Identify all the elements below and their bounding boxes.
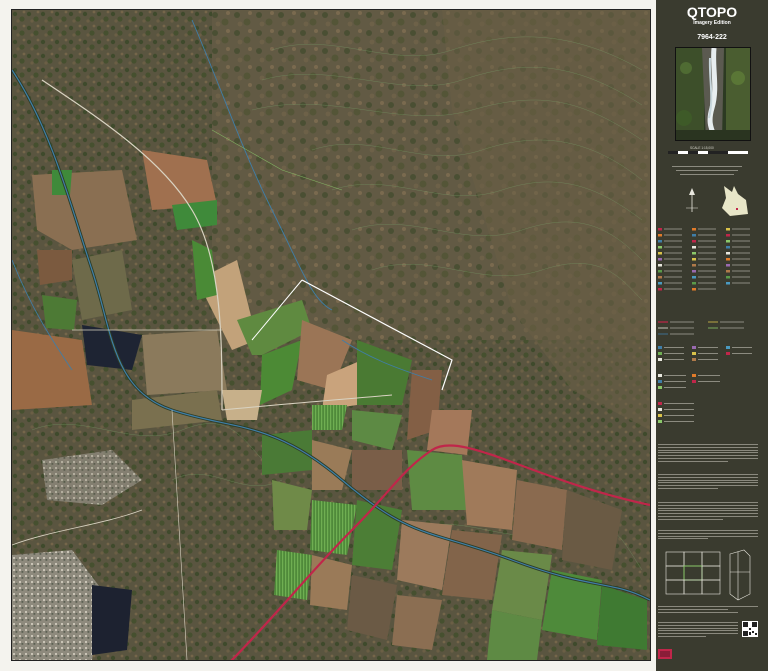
notes-paragraph [658,502,758,522]
scale-bar [668,151,748,154]
notes-paragraph [658,622,738,639]
scale-label: SCALE 1:15,000 [690,146,714,150]
legend-symbols [658,228,750,291]
notes-paragraph [658,474,758,491]
queensland-locator-icon [722,186,748,216]
edition-label: Imagery Edition [693,20,731,26]
sheet-index-diagram [665,549,751,601]
waterfall-image [676,48,750,140]
datum-note [680,174,734,175]
cover-photo-waterfall [675,47,751,141]
qld-government-logo [658,649,672,659]
imagery-layer [12,10,650,660]
datum-note [676,170,738,171]
notes-paragraph [658,530,758,541]
notes-paragraph [658,444,758,464]
notes-paragraph [658,606,758,614]
map-sheet: QTOPO Imagery Edition 7964-222 SCALE 1:1… [0,0,768,671]
qr-code-icon [742,621,758,637]
datum-note [672,166,742,167]
north-arrow-icon [686,188,698,212]
map-title: QTOPO [686,4,738,20]
legend-lines [658,321,752,423]
sheet-number: 7964-222 [697,34,727,41]
imagery-map[interactable] [11,9,651,661]
